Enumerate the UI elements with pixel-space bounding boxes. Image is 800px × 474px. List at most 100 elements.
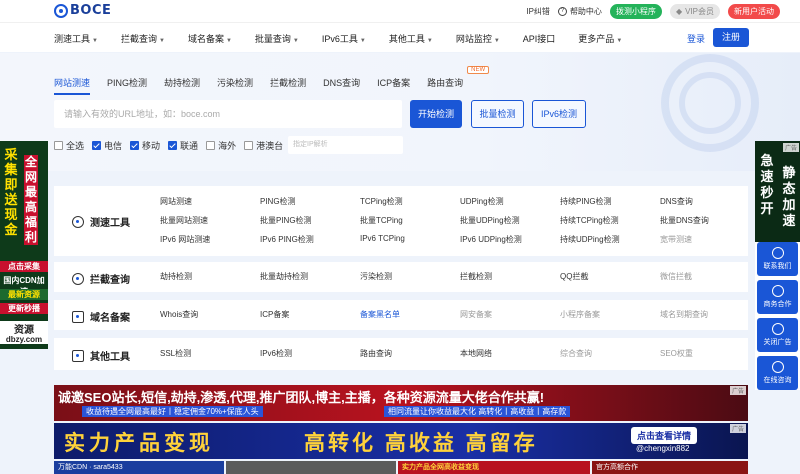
tool-link[interactable]: IPv6检测 <box>260 348 292 359</box>
tool-link[interactable]: 小程序备案 <box>560 309 600 320</box>
tab-5[interactable]: DNS查询 <box>323 76 360 95</box>
ad-banner-recruit-title: 诚邀SEO站长,短信,劫持,渗透,代理,推广团队,博主,主播，各种资源流量大佬合… <box>58 390 545 405</box>
tool-link[interactable]: IPv6 UDPing检测 <box>460 234 522 245</box>
ad-banner-row: 万能CDN · sara5433 实力产品全网高收益变现 官方高额合作 <box>54 461 748 474</box>
left-side-ad[interactable]: 采集即送现金 全网最高福利 点击采集 国内CDN加速 最新资源 更新秒播 资源 … <box>0 141 48 349</box>
chevron-down-icon: ▼ <box>158 37 165 44</box>
tool-link[interactable]: 微信拦截 <box>660 271 692 282</box>
ip-correct-link[interactable]: IP纠错 <box>526 6 550 17</box>
tool-link[interactable]: ICP备案 <box>260 309 289 320</box>
tool-link[interactable]: SSL检测 <box>160 348 191 359</box>
url-search-input[interactable]: 请输入有效的URL地址，如：boce.com <box>54 100 402 128</box>
nav-item-5[interactable]: 其他工具 ▼ <box>389 32 433 45</box>
business-cooperation-button[interactable]: 商务合作 <box>757 280 798 314</box>
tab-6[interactable]: ICP备案 <box>377 76 410 95</box>
tool-link[interactable]: 批量PING检测 <box>260 215 312 226</box>
tool-link[interactable]: 路由查询 <box>360 348 392 359</box>
close-ads-button[interactable]: 关闭广告 <box>757 318 798 352</box>
tool-link[interactable]: IPv6 TCPing <box>360 234 405 243</box>
nav-item-7[interactable]: API接口 <box>523 32 556 45</box>
nav-item-6[interactable]: 网站监控 ▼ <box>456 32 500 45</box>
tool-link[interactable]: 本地网络 <box>460 348 492 359</box>
mini-program-link[interactable]: 拨测小程序 <box>609 4 662 19</box>
tool-link[interactable]: 宽带测速 <box>660 234 692 245</box>
tool-link[interactable]: SEO权重 <box>660 348 693 359</box>
tool-link[interactable]: 持续UDPing检测 <box>560 234 620 245</box>
tab-2[interactable]: 劫持检测 <box>164 76 200 95</box>
vip-link[interactable]: ◆ VIP会员 <box>669 4 720 19</box>
right-ad-col1: 急速秒开 <box>760 153 774 216</box>
ipv6-check-button[interactable]: IPv6检测 <box>532 100 586 128</box>
new-user-activity-link[interactable]: 新用户活动 <box>728 4 780 19</box>
nav-item-1[interactable]: 拦截查询 ▼ <box>121 32 165 45</box>
login-link[interactable]: 登录 <box>687 32 705 45</box>
ad-official[interactable]: 官方高额合作 <box>592 461 748 474</box>
tab-0[interactable]: 网站测速 <box>54 76 91 95</box>
chevron-down-icon: ▼ <box>616 37 623 44</box>
filter-checkbox-4[interactable]: 海外 <box>206 139 236 152</box>
tool-link[interactable]: 批量TCPing <box>360 215 403 226</box>
chat-icon <box>771 361 784 373</box>
tool-link[interactable]: UDPing检测 <box>460 196 504 207</box>
tool-link[interactable]: 综合查询 <box>560 348 592 359</box>
tool-link[interactable]: 网站测速 <box>160 196 192 207</box>
register-button[interactable]: 注册 <box>713 28 749 47</box>
logo[interactable]: BOCE <box>54 3 111 18</box>
filter-checkbox-2[interactable]: 移动 <box>130 139 160 152</box>
tool-link[interactable]: IPv6 网站测速 <box>160 234 210 245</box>
tool-link[interactable]: 批量UDPing检测 <box>460 215 520 226</box>
specify-ip-input[interactable]: 指定IP解析 <box>288 136 403 154</box>
tab-7[interactable]: 路由查询 NEW <box>427 66 490 95</box>
tab-1[interactable]: PING检测 <box>107 76 147 95</box>
ad-cdn[interactable]: 万能CDN · sara5433 <box>54 461 224 474</box>
tool-link[interactable]: 污染检测 <box>360 271 392 282</box>
filter-checkbox-0[interactable]: 全选 <box>54 139 84 152</box>
tool-link[interactable]: IPv6 PING检测 <box>260 234 314 245</box>
filter-checkbox-1[interactable]: 电信 <box>92 139 122 152</box>
online-consult-button[interactable]: 在线咨询 <box>757 356 798 390</box>
tool-link[interactable]: 持续TCPing检测 <box>560 215 619 226</box>
tool-link[interactable]: 劫持检测 <box>160 271 192 282</box>
main-nav: 测速工具 ▼ 拦截查询 ▼ 域名备案 ▼ 批量查询 ▼ IPv6工具 ▼ 其他工具 ▼ 网站监控 ▼ API… <box>0 22 800 52</box>
ad-blank[interactable] <box>226 461 396 474</box>
tool-link[interactable]: 持续PING检测 <box>560 196 612 207</box>
checkbox-icon <box>130 141 140 150</box>
tool-link[interactable]: 批量网站测速 <box>160 215 208 226</box>
shield-icon <box>72 310 84 323</box>
tool-link[interactable]: TCPing检测 <box>360 196 403 207</box>
tool-link[interactable]: Whois查询 <box>160 309 198 320</box>
tool-link[interactable]: QQ拦截 <box>560 271 588 282</box>
tool-link[interactable]: 拦截检测 <box>460 271 492 282</box>
ad-banner-monetize[interactable]: 广告 实力产品变现 高转化 高收益 高留存 点击查看详情 @chengxin88… <box>54 423 748 459</box>
other-tools-heading: 其他工具 <box>72 348 130 363</box>
nav-item-2[interactable]: 域名备案 ▼ <box>188 32 232 45</box>
tab-4[interactable]: 拦截检测 <box>270 76 306 95</box>
filter-checkbox-5[interactable]: 港澳台 <box>244 139 283 152</box>
tool-link[interactable]: 批量DNS查询 <box>660 215 709 226</box>
ad-real-product[interactable]: 实力产品全网高收益变现 <box>398 461 590 474</box>
contact-us-button[interactable]: 联系我们 <box>757 242 798 276</box>
ad-banner-monetize-right: 高转化 高收益 高留存 <box>304 432 538 455</box>
start-check-button[interactable]: 开始检测 <box>410 100 462 128</box>
checkbox-icon <box>206 141 216 150</box>
nav-item-4[interactable]: IPv6工具 ▼ <box>322 32 366 45</box>
filter-checkbox-3[interactable]: 联通 <box>168 139 198 152</box>
tool-link[interactable]: 批量劫持检测 <box>260 271 308 282</box>
nav-item-3[interactable]: 批量查询 ▼ <box>255 32 299 45</box>
ad-view-details-button[interactable]: 点击查看详情 <box>631 427 698 444</box>
chevron-down-icon: ▼ <box>493 37 500 44</box>
nav-item-8[interactable]: 更多产品 ▼ <box>578 32 622 45</box>
tool-link[interactable]: PING检测 <box>260 196 296 207</box>
tool-link[interactable]: 备案黑名单 <box>360 309 400 320</box>
left-ad-strip3: 最新资源 <box>0 289 48 300</box>
grid-icon <box>72 349 84 362</box>
batch-check-button[interactable]: 批量检测 <box>471 100 524 128</box>
tool-link[interactable]: 域名到期查询 <box>660 309 708 320</box>
nav-item-0[interactable]: 测速工具 ▼ <box>54 32 98 45</box>
help-center-link[interactable]: ? 帮助中心 <box>557 6 602 17</box>
tool-link[interactable]: 网安备案 <box>460 309 492 320</box>
ad-tag: 广告 <box>729 386 746 395</box>
tab-3[interactable]: 污染检测 <box>217 76 253 95</box>
ad-banner-recruit[interactable]: 广告 诚邀SEO站长,短信,劫持,渗透,代理,推广团队,博主,主播，各种资源流量… <box>54 385 748 421</box>
tool-link[interactable]: DNS查询 <box>660 196 693 207</box>
